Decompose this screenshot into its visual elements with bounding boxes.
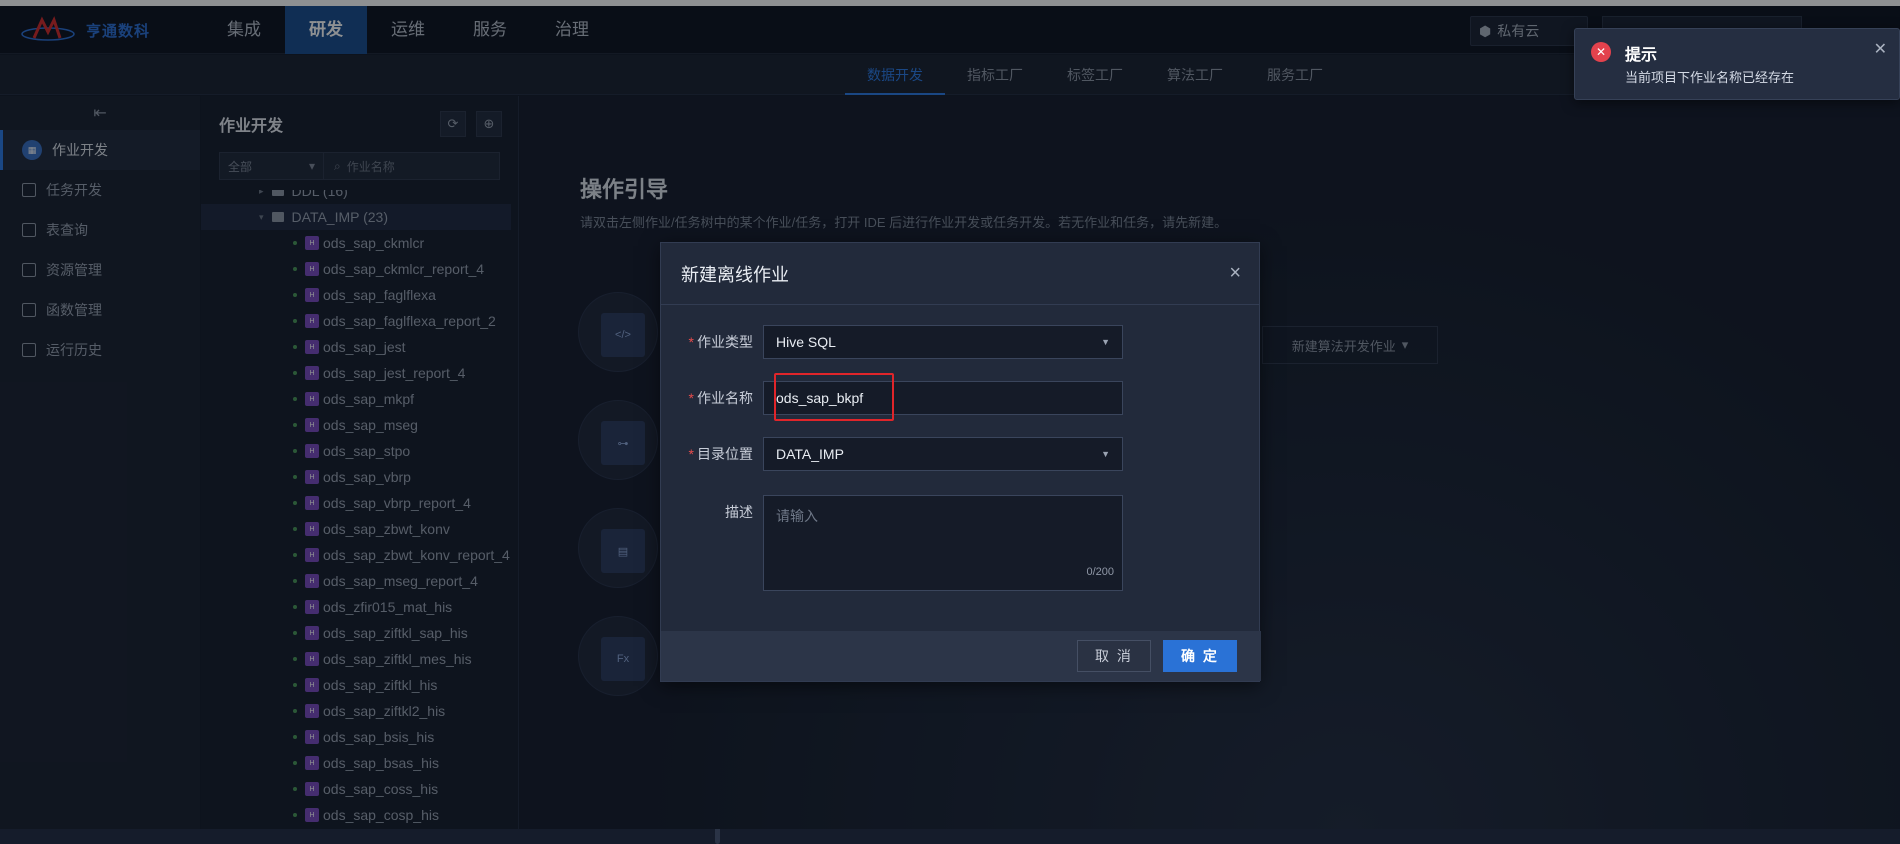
close-icon[interactable]: × — [1229, 262, 1241, 285]
job-name-row: * 作业名称 ods_sap_bkpf — [661, 381, 1261, 415]
chevron-down-icon: ▼ — [1101, 337, 1110, 347]
job-type-value: Hive SQL — [776, 334, 836, 350]
directory-row: * 目录位置 DATA_IMP ▼ — [661, 437, 1261, 471]
description-textarea[interactable]: 请输入 0/200 — [763, 495, 1123, 591]
confirm-button[interactable]: 确 定 — [1163, 640, 1237, 672]
directory-value: DATA_IMP — [776, 446, 844, 462]
job-name-label: * 作业名称 — [688, 390, 753, 406]
dialog-title: 新建离线作业 — [681, 264, 789, 285]
description-label: 描述 — [725, 504, 753, 520]
close-icon[interactable]: ✕ — [1874, 39, 1887, 59]
directory-select[interactable]: DATA_IMP ▼ — [763, 437, 1123, 471]
description-placeholder: 请输入 — [776, 508, 818, 524]
toast-message: 当前项目下作业名称已经存在 — [1625, 70, 1795, 85]
error-icon: ✕ — [1591, 42, 1611, 62]
directory-label: * 目录位置 — [688, 446, 753, 462]
char-count: 0/200 — [1086, 566, 1114, 578]
job-type-select[interactable]: Hive SQL ▼ — [763, 325, 1123, 359]
description-row: 描述 请输入 0/200 — [661, 495, 1261, 591]
annotation-highlight-box — [774, 373, 894, 421]
error-toast: ✕ 提示 当前项目下作业名称已经存在 ✕ — [1574, 28, 1900, 100]
chevron-down-icon: ▼ — [1101, 449, 1110, 459]
new-offline-job-dialog: 新建离线作业 × * 作业类型 Hive SQL ▼ * 作业名称 ods_sap_… — [660, 242, 1261, 682]
cancel-button[interactable]: 取 消 — [1077, 640, 1151, 672]
job-type-label: * 作业类型 — [688, 334, 753, 350]
job-type-row: * 作业类型 Hive SQL ▼ — [661, 325, 1261, 359]
toast-title: 提示 — [1625, 47, 1658, 64]
dialog-footer: 取 消 确 定 — [661, 631, 1261, 681]
